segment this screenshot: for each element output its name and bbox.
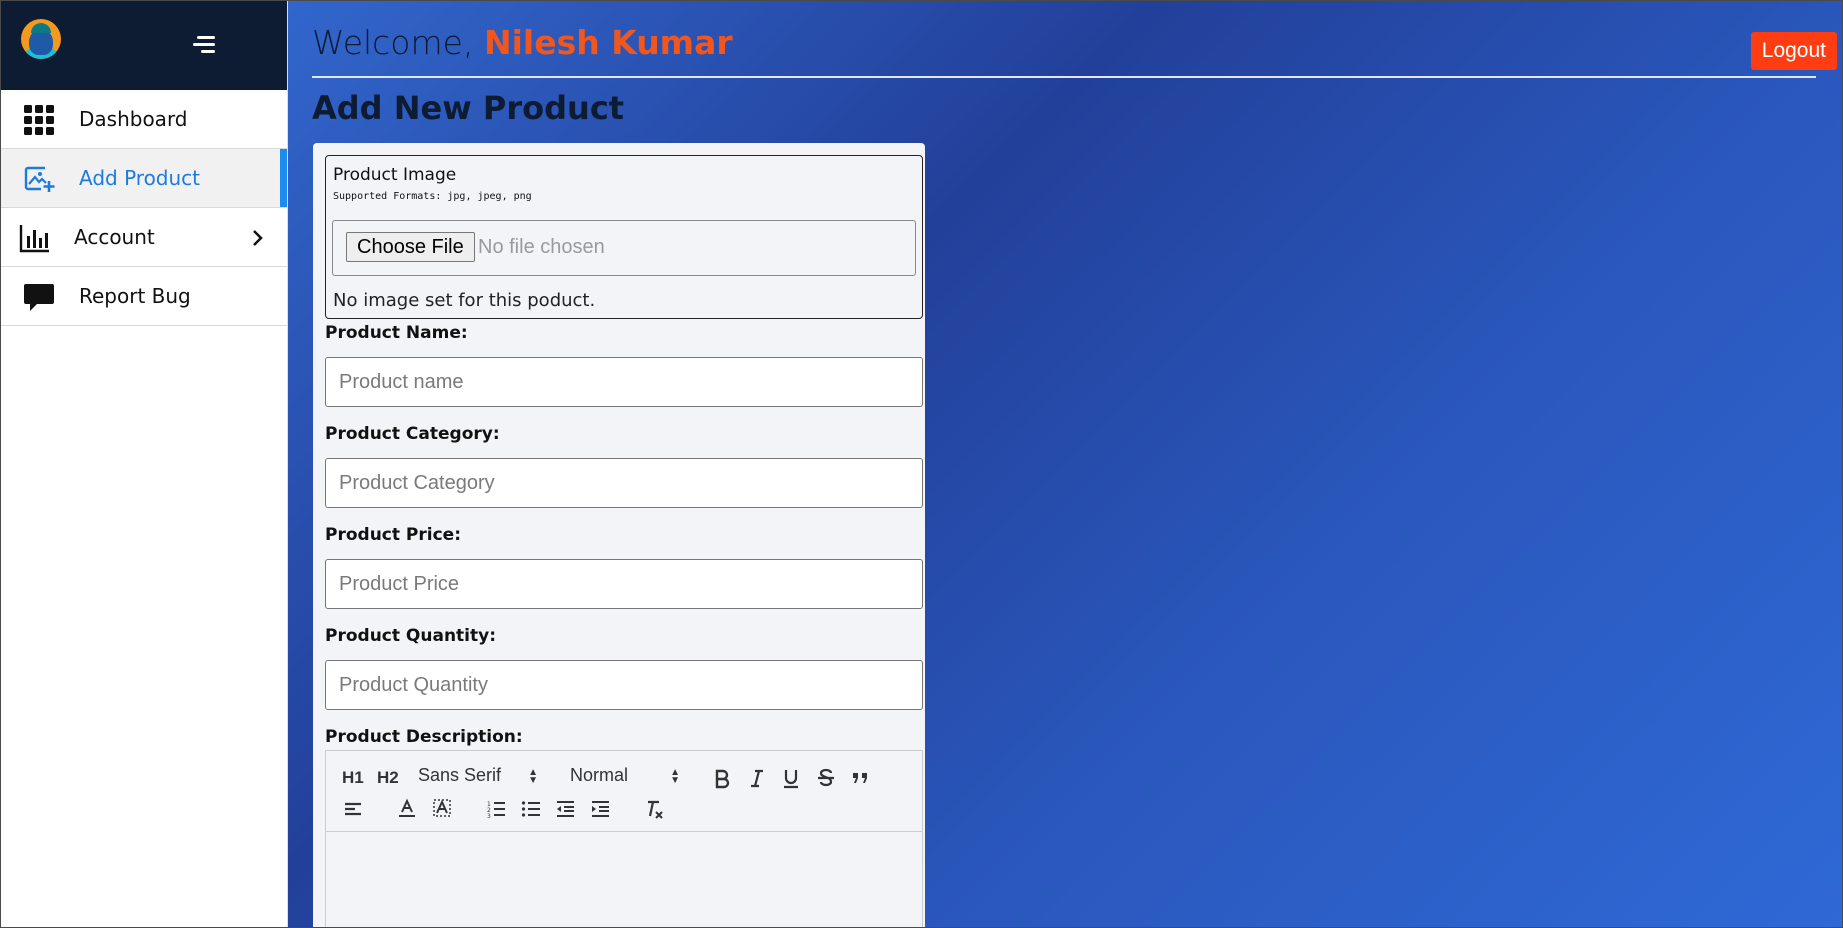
product-image-title: Product Image [333, 165, 457, 185]
no-image-note: No image set for this poduct. [333, 290, 596, 311]
welcome-heading: Welcome, Nilesh Kumar [312, 23, 733, 62]
product-quantity-input[interactable] [325, 660, 923, 710]
app-logo[interactable] [21, 19, 61, 59]
blockquote-icon[interactable] [849, 767, 871, 789]
sidebar-item-add-product[interactable]: Add Product [1, 149, 287, 208]
select-arrows-icon: ▲ ▼ [528, 767, 538, 786]
product-price-label: Product Price: [325, 525, 461, 545]
product-name-label: Product Name: [325, 323, 468, 343]
chevron-right-icon [253, 230, 263, 246]
file-input[interactable]: Choose File No file chosen [332, 220, 916, 276]
editor-toolbar: H1 H2 Sans Serif ▲ ▼ Normal ▲ ▼ 1 2 3 [326, 751, 922, 832]
bullet-list-icon[interactable] [520, 798, 542, 820]
font-size-select[interactable]: Normal ▲ ▼ [570, 765, 680, 787]
heading1-label: H1 [342, 768, 364, 787]
indent-icon[interactable] [589, 798, 611, 820]
editor-content-area[interactable] [326, 833, 922, 927]
font-family-select[interactable]: Sans Serif ▲ ▼ [418, 765, 538, 787]
sidebar-header [1, 1, 287, 90]
grid-icon [24, 105, 54, 135]
sidebar: Dashboard Add Product Account Report Bug [1, 1, 288, 927]
no-file-chosen-text: No file chosen [478, 236, 605, 258]
rich-text-editor: H1 H2 Sans Serif ▲ ▼ Normal ▲ ▼ 1 2 3 [325, 750, 923, 927]
sidebar-item-dashboard[interactable]: Dashboard [1, 90, 287, 149]
chat-bubble-icon [24, 284, 54, 311]
main-content: Welcome, Nilesh Kumar Logout Add New Pro… [288, 1, 1842, 927]
sidebar-item-label: Add Product [79, 166, 201, 190]
background-color-icon[interactable] [431, 797, 453, 819]
choose-file-button[interactable]: Choose File [346, 232, 475, 262]
sidebar-item-account[interactable]: Account [1, 208, 287, 267]
outdent-icon[interactable] [554, 798, 576, 820]
product-price-input[interactable] [325, 559, 923, 609]
menu-toggle-icon[interactable] [191, 34, 215, 56]
align-icon[interactable] [342, 798, 364, 820]
product-name-input[interactable] [325, 357, 923, 407]
welcome-prefix: Welcome, [312, 23, 474, 62]
select-arrows-icon: ▲ ▼ [670, 767, 680, 786]
font-family-value: Sans Serif [418, 765, 502, 785]
sidebar-item-label: Report Bug [79, 284, 191, 308]
supported-formats-text: Supported Formats: jpg, jpeg, png [333, 191, 532, 202]
add-image-icon [24, 166, 55, 192]
ordered-list-icon[interactable]: 123 [485, 798, 507, 820]
app-window: Dashboard Add Product Account Report Bug… [0, 0, 1843, 928]
sidebar-item-label: Account [74, 225, 155, 249]
product-description-label: Product Description: [325, 727, 523, 747]
product-category-input[interactable] [325, 458, 923, 508]
header-divider [312, 76, 1816, 78]
product-form: Product Image Supported Formats: jpg, jp… [313, 143, 925, 927]
product-image-section: Product Image Supported Formats: jpg, jp… [325, 155, 923, 319]
font-size-value: Normal [570, 765, 629, 785]
sidebar-item-report-bug[interactable]: Report Bug [1, 267, 287, 326]
strikethrough-icon[interactable] [815, 767, 837, 789]
bold-icon[interactable] [711, 767, 733, 789]
heading2-label: H2 [377, 768, 399, 787]
bar-chart-icon [19, 225, 49, 253]
heading2-button[interactable]: H2 [377, 768, 399, 788]
product-quantity-label: Product Quantity: [325, 626, 497, 646]
italic-icon[interactable] [746, 767, 768, 789]
clear-formatting-icon[interactable] [643, 798, 665, 820]
logout-button[interactable]: Logout [1750, 32, 1837, 70]
page-title: Add New Product [312, 89, 625, 127]
text-color-icon[interactable] [396, 797, 418, 819]
product-category-label: Product Category: [325, 424, 500, 444]
svg-text:3: 3 [487, 813, 491, 820]
underline-icon[interactable] [780, 767, 802, 789]
user-name: Nilesh Kumar [483, 23, 733, 62]
sidebar-item-label: Dashboard [79, 107, 188, 131]
heading1-button[interactable]: H1 [342, 768, 364, 788]
